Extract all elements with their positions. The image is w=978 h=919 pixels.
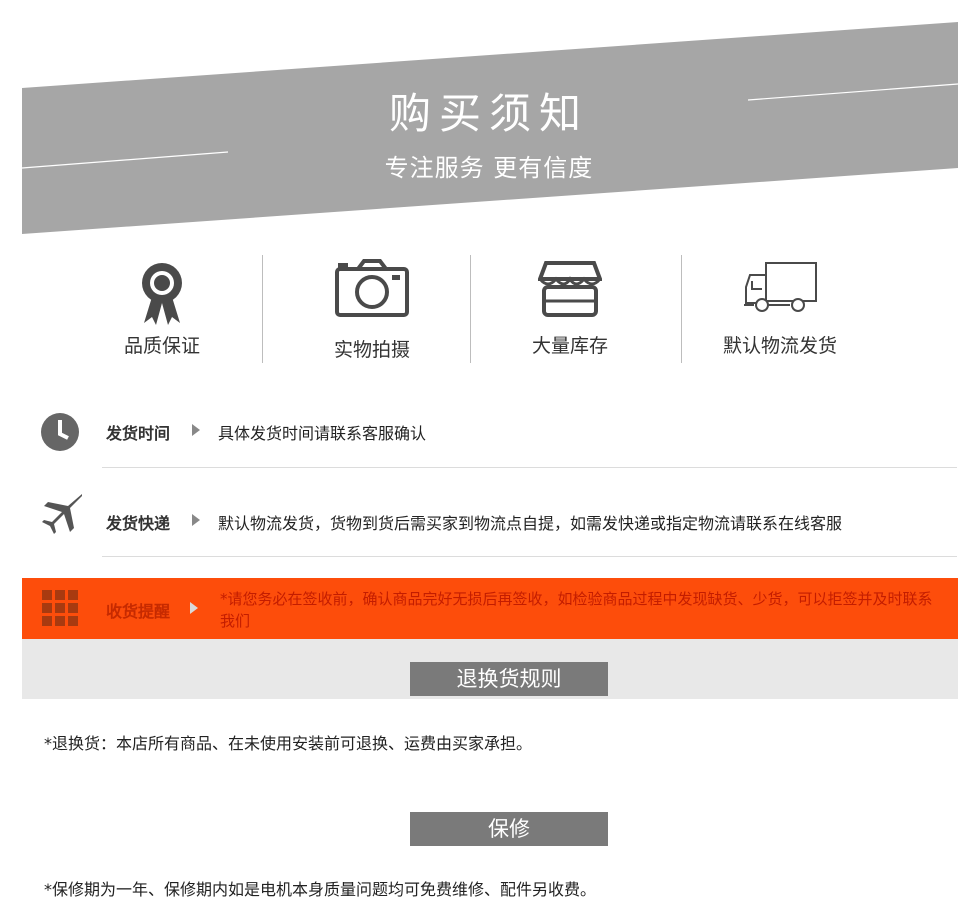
receipt-reminder-row: 收货提醒 *请您务必在签收前，确认商品完好无损后再签收，如检验商品过程中发现缺货… <box>22 578 958 639</box>
returns-text: *退换货：本店所有商品、在未使用安装前可退换、运费由买家承担。 <box>44 734 533 753</box>
header-banner: 购买须知 专注服务 更有信度 <box>0 0 978 240</box>
warranty-heading: 保修 <box>410 812 608 846</box>
feature-label: 实物拍摄 <box>333 339 410 361</box>
ribbon-badge-icon <box>142 263 182 325</box>
feature-label: 大量库存 <box>531 335 608 357</box>
row-separator <box>102 467 957 468</box>
banner-subtitle: 专注服务 更有信度 <box>384 154 594 182</box>
receipt-reminder-text: *请您务必在签收前，确认商品完好无损后再签收，如检验商品过程中发现缺货、少货，可… <box>220 590 933 630</box>
arrow-icon <box>190 602 198 614</box>
airplane-icon <box>42 494 82 534</box>
returns-heading: 退换货规则 <box>410 662 608 696</box>
shipping-time-row: 发货时间 具体发货时间请联系客服确认 <box>22 408 957 468</box>
receipt-reminder-label: 收货提醒 <box>106 602 171 621</box>
feature-logistics: 默认物流发货 <box>670 245 890 370</box>
row-separator <box>102 556 957 557</box>
delivery-text: 默认物流发货，货物到货后需买家到物流点自提，如需发快递或指定物流请联系在线客服 <box>218 514 843 533</box>
warranty-text: *保修期为一年、保修期内如是电机本身质量问题均可免费维修、配件另收费。 <box>44 880 597 899</box>
delivery-row: 发货快递 默认物流发货，货物到货后需买家到物流点自提，如需发快递或指定物流请联系… <box>22 490 957 558</box>
feature-strip: 品质保证 实物拍摄 大量库存 默认物流发货 <box>0 245 978 370</box>
truck-icon <box>744 262 817 312</box>
camera-icon <box>335 259 409 317</box>
feature-stock: 大量库存 <box>470 245 670 370</box>
feature-label: 品质保证 <box>123 335 200 357</box>
storefront-icon <box>538 261 602 317</box>
shipping-time-label: 发货时间 <box>106 424 171 443</box>
feature-divider <box>262 255 263 363</box>
shipping-time-text: 具体发货时间请联系客服确认 <box>218 424 427 443</box>
delivery-label: 发货快递 <box>106 514 171 533</box>
arrow-icon <box>192 514 200 526</box>
feature-photo: 实物拍摄 <box>272 245 472 370</box>
feature-quality: 品质保证 <box>62 245 262 370</box>
banner-title: 购买须知 <box>388 89 589 138</box>
grid-icon <box>42 590 78 626</box>
feature-label: 默认物流发货 <box>722 335 837 357</box>
clock-icon <box>41 413 79 451</box>
arrow-icon <box>192 424 200 436</box>
